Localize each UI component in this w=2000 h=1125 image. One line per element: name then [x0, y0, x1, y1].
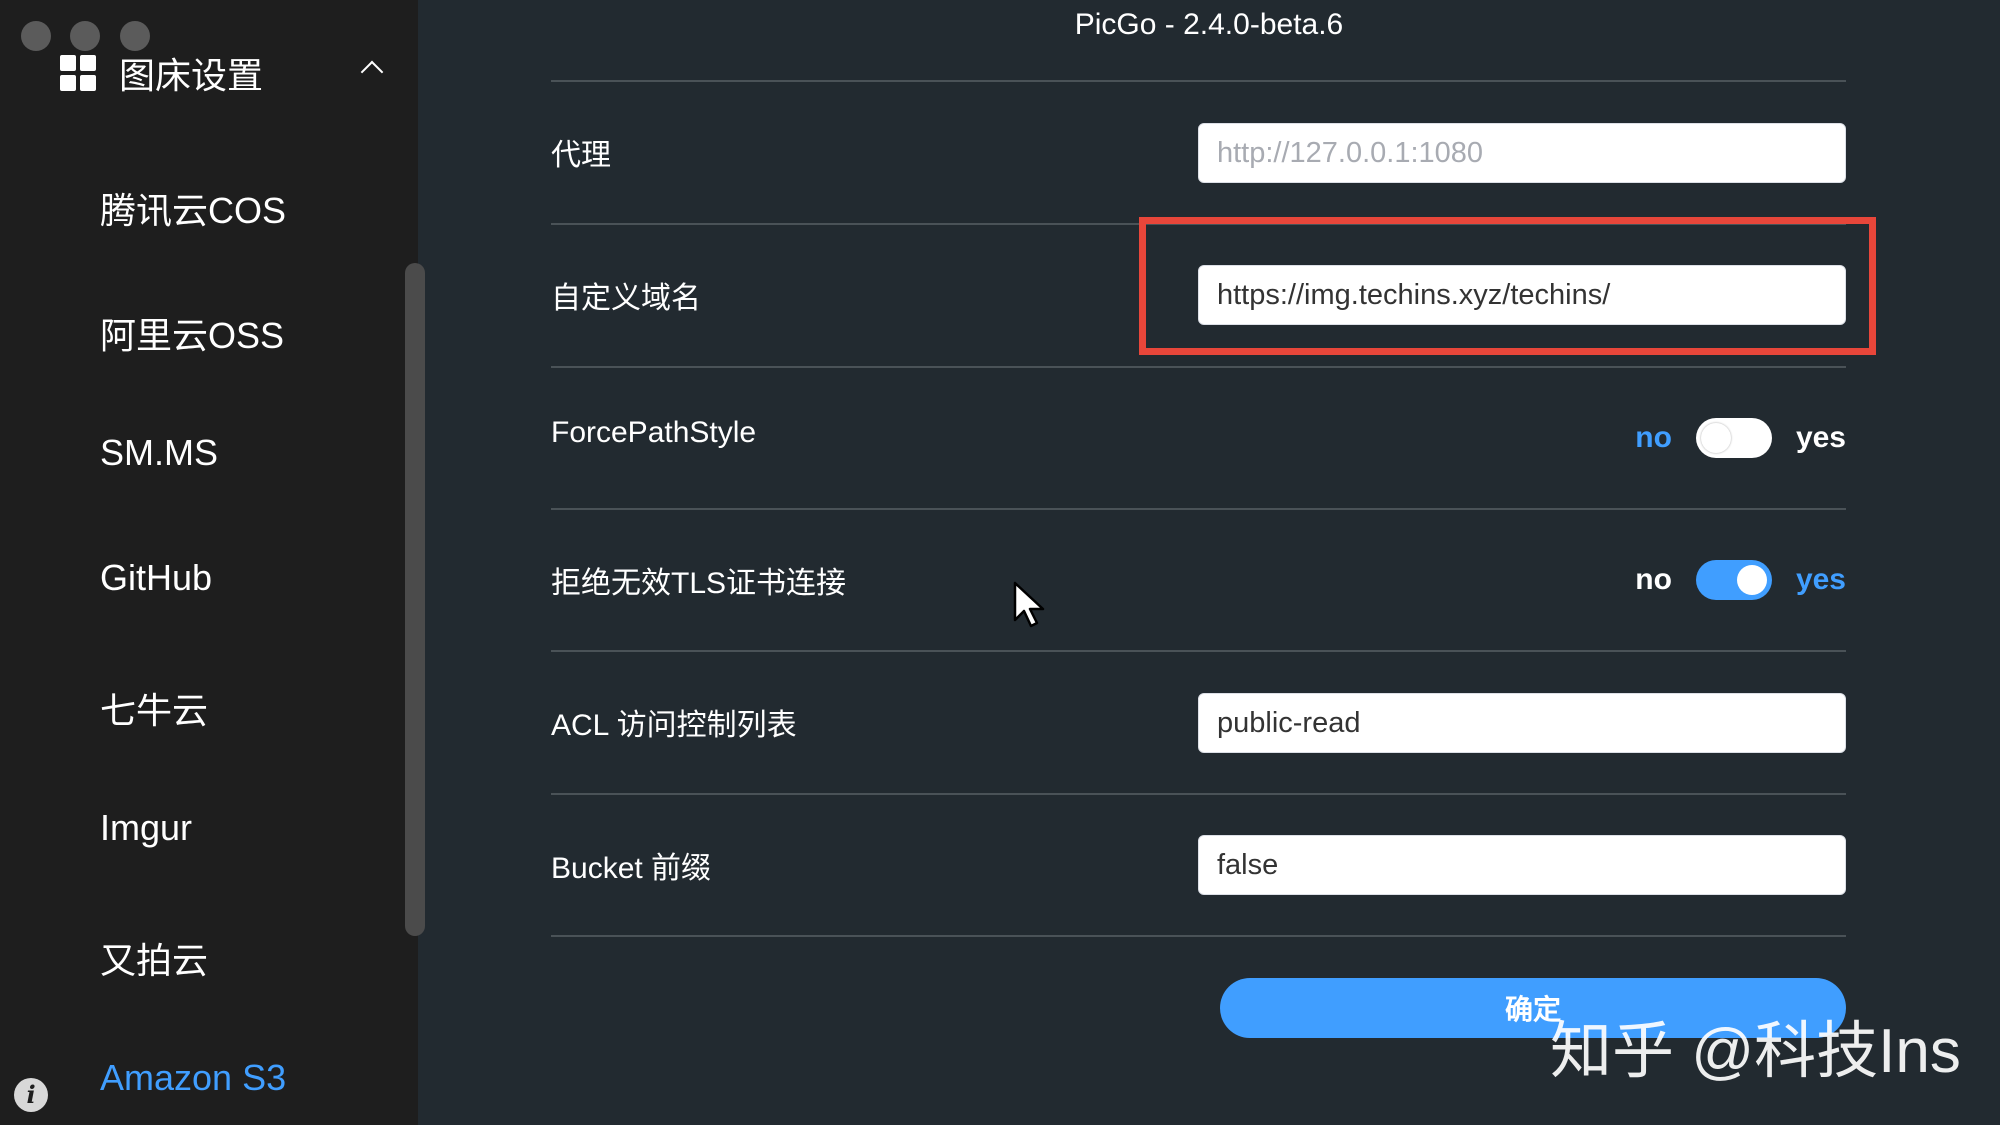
sidebar-item-imgur[interactable]: Imgur [100, 807, 192, 849]
switch-off-label[interactable]: no [1635, 563, 1672, 597]
highlight-annotation-box [1139, 217, 1876, 355]
switch-knob [1736, 565, 1767, 595]
force-path-style-switch-group: no yes [1635, 416, 1846, 460]
divider [551, 650, 1846, 652]
custom-domain-label: 自定义域名 [551, 282, 701, 315]
proxy-label: 代理 [551, 139, 611, 172]
chevron-up-icon[interactable] [360, 60, 384, 84]
force-path-style-label: ForcePathStyle [551, 416, 757, 449]
switch-knob [1700, 423, 1731, 453]
bucket-prefix-label: Bucket 前缀 [551, 852, 712, 885]
switch-on-label[interactable]: yes [1796, 563, 1846, 597]
sidebar: 图床设置 腾讯云COS 阿里云OSS SM.MS GitHub 七牛云 Imgu… [0, 0, 425, 1125]
reject-tls-switch-group: no yes [1635, 558, 1846, 602]
sidebar-item-aliyun-oss[interactable]: 阿里云OSS [100, 307, 284, 359]
sidebar-item-github[interactable]: GitHub [100, 557, 212, 599]
divider [551, 80, 1846, 82]
switch-off-label[interactable]: no [1635, 421, 1672, 455]
window-close-button[interactable] [21, 21, 51, 51]
sidebar-item-qiniu[interactable]: 七牛云 [100, 682, 208, 734]
sidebar-item-smms[interactable]: SM.MS [100, 432, 218, 474]
divider [551, 366, 1846, 368]
reject-tls-switch[interactable] [1695, 560, 1772, 600]
acl-label: ACL 访问控制列表 [551, 709, 797, 742]
sidebar-item-amazon-s3[interactable]: Amazon S3 [100, 1057, 286, 1099]
sidebar-group-title: 图床设置 [119, 55, 264, 96]
force-path-style-switch[interactable] [1695, 418, 1772, 458]
watermark: 知乎 @科技Ins [1550, 1017, 1961, 1086]
proxy-input[interactable] [1198, 123, 1846, 183]
sidebar-item-upyun[interactable]: 又拍云 [100, 932, 208, 984]
acl-input[interactable] [1198, 693, 1846, 753]
bucket-prefix-input[interactable] [1198, 835, 1846, 895]
divider [551, 793, 1846, 795]
grid-icon [60, 55, 96, 91]
cursor-icon [1013, 581, 1045, 628]
divider [551, 935, 1846, 937]
sidebar-item-tencent-cos[interactable]: 腾讯云COS [100, 182, 286, 234]
window-title: PicGo - 2.4.0-beta.6 [1074, 8, 1344, 41]
sidebar-group-header[interactable]: 图床设置 [60, 50, 384, 96]
window-minimize-button[interactable] [70, 21, 100, 51]
reject-tls-label: 拒绝无效TLS证书连接 [551, 567, 847, 600]
divider [551, 508, 1846, 510]
info-icon[interactable]: i [14, 1078, 48, 1112]
switch-on-label[interactable]: yes [1796, 421, 1846, 455]
sidebar-scrollbar[interactable] [405, 263, 425, 936]
